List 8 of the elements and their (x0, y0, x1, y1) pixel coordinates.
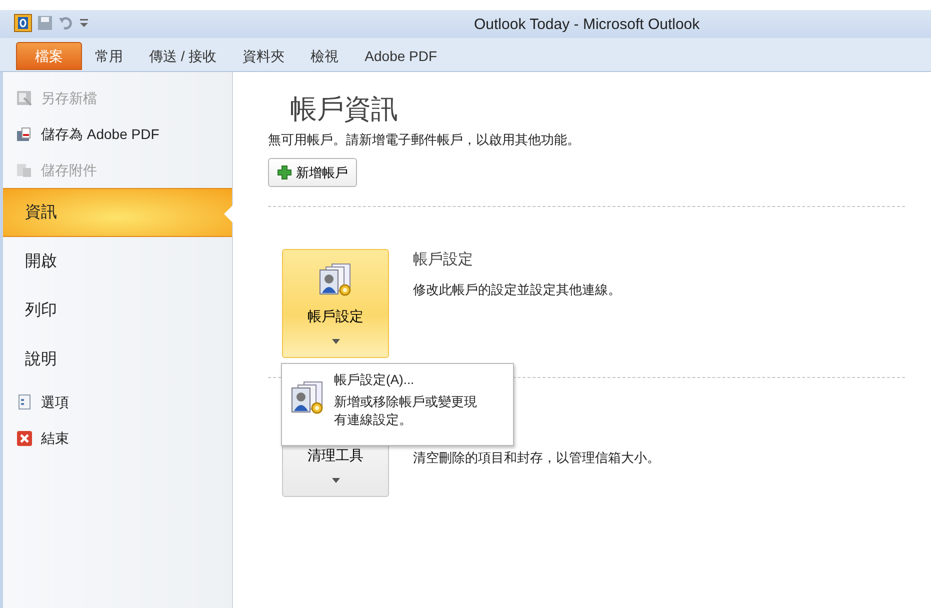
info-message: 無可用帳戶。請新增電子郵件帳戶，以啟用其他功能。 (268, 131, 581, 149)
window-title: Outlook Today - Microsoft Outlook (474, 15, 700, 35)
section-description: 清空刪除的項目和封存，以管理信箱大小。 (413, 449, 660, 467)
page-title: 帳戶資訊 (290, 93, 399, 126)
menu-option-title: 帳戶設定(A)... (334, 371, 416, 389)
menu-option-description: 新增或移除帳戶或變更現有連線設定。 (334, 392, 478, 429)
section-heading: 帳戶設定 (413, 250, 474, 270)
section-description: 修改此帳戶的設定並設定其他連線。 (413, 280, 621, 298)
